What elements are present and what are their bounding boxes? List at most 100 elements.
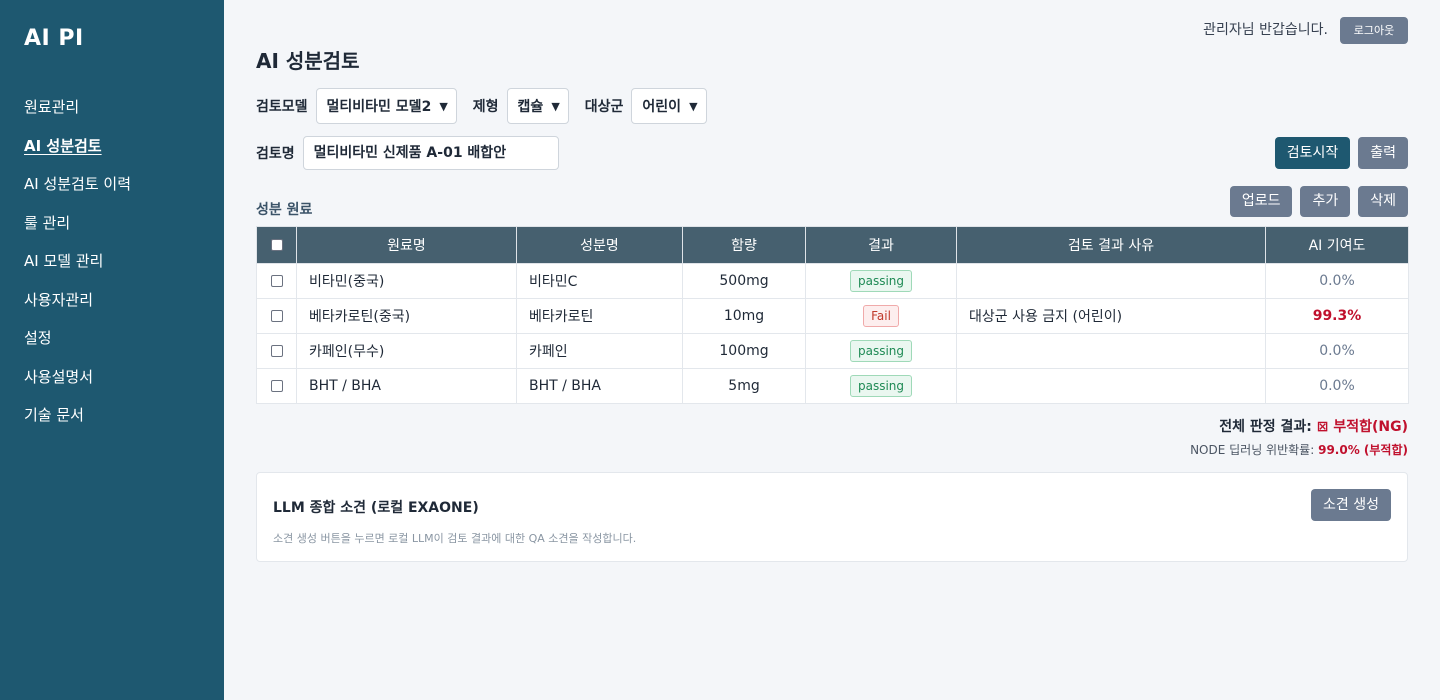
sidebar-item-manual[interactable]: 사용설명서 [0, 358, 224, 397]
material-cell: 비타민(중국) [296, 263, 517, 299]
table-row: 비타민(중국) 비타민C 500mg passing 0.0% [256, 263, 1409, 299]
amount-cell: 5mg [682, 368, 806, 404]
contribution-cell: 0.0% [1265, 368, 1409, 404]
result-badge: passing [849, 375, 913, 397]
llm-title: LLM 종합 소견 (로컬 EXAONE) [273, 500, 479, 516]
overall-result-label: 전체 판정 결과: [1219, 419, 1312, 435]
target-select-value: 어린이 [642, 99, 682, 115]
model-select-value: 멀티비타민 모델2 [326, 99, 432, 115]
form-label: 제형 [472, 99, 499, 115]
reason-cell [956, 333, 1266, 369]
sidebar-nav: 원료관리 AI 성분검토 AI 성분검토 이력 룰 관리 AI 모델 관리 사용… [0, 88, 224, 435]
contribution-cell: 0.0% [1265, 333, 1409, 369]
sidebar-item-label: 사용자관리 [24, 290, 94, 309]
greeting-text: 관리자님 반갑습니다. [1203, 22, 1328, 38]
table-row: 베타카로틴(중국) 베타카로틴 10mg Fail 대상군 사용 금지 (어린이… [256, 298, 1409, 334]
review-name-row: 검토명 멀티비타민 신제품 A-01 배합안 [256, 136, 559, 170]
sidebar-item-settings[interactable]: 설정 [0, 319, 224, 358]
column-header: 결과 [805, 226, 957, 264]
contribution-cell: 99.3% [1265, 298, 1409, 334]
llm-opinion-card: LLM 종합 소견 (로컬 EXAONE) 소견 생성 소견 생성 버튼을 누르… [256, 472, 1408, 562]
reason-cell: 대상군 사용 금지 (어린이) [956, 298, 1266, 334]
amount-cell: 500mg [682, 263, 806, 299]
upload-button[interactable]: 업로드 [1229, 186, 1293, 217]
sidebar-item-ai-review[interactable]: AI 성분검토 [0, 127, 224, 166]
sidebar-item-users[interactable]: 사용자관리 [0, 281, 224, 320]
sidebar-item-ai-models[interactable]: AI 모델 관리 [0, 242, 224, 281]
form-select-value: 캡슐 [517, 99, 544, 115]
sidebar-item-ai-review-history[interactable]: AI 성분검토 이력 [0, 165, 224, 204]
chevron-down-icon: ▼ [439, 99, 448, 113]
table-row: 카페인(무수) 카페인 100mg passing 0.0% [256, 333, 1409, 369]
ingredients-table: 원료명 성분명 함량 결과 검토 결과 사유 AI 기여도 비타민(중국) 비타… [256, 226, 1409, 404]
sidebar-item-label: 룰 관리 [24, 213, 71, 232]
sidebar-item-label: 기술 문서 [24, 406, 84, 424]
overall-result: 전체 판정 결과: ⊠ 부적합(NG) [1219, 416, 1408, 436]
add-button[interactable]: 추가 [1300, 186, 1351, 217]
amount-cell: 100mg [682, 333, 806, 369]
brand-logo[interactable]: AI PI [24, 26, 84, 51]
overall-result-value: ⊠ 부적합(NG) [1316, 419, 1408, 435]
node-probability: NODE 딥러닝 위반확률: 99.0% (부적합) [1190, 441, 1408, 458]
column-header: 원료명 [296, 226, 517, 264]
column-header: 성분명 [516, 226, 683, 264]
sidebar-item-label: 원료관리 [24, 98, 80, 116]
model-label: 검토모델 [256, 99, 308, 115]
column-header: 함량 [682, 226, 806, 264]
material-cell: 카페인(무수) [296, 333, 517, 369]
start-review-button[interactable]: 검토시작 [1274, 137, 1351, 169]
delete-button[interactable]: 삭제 [1358, 186, 1408, 217]
sidebar: AI PI 원료관리 AI 성분검토 AI 성분검토 이력 룰 관리 AI 모델… [0, 0, 224, 700]
chevron-down-icon: ▼ [551, 99, 560, 113]
form-select[interactable]: 캡슐 ▼ [506, 88, 569, 124]
material-cell: BHT / BHA [296, 368, 517, 404]
sidebar-item-label: AI 성분검토 [24, 136, 102, 155]
component-cell: 베타카로틴 [516, 298, 683, 334]
review-name-input[interactable]: 멀티비타민 신제품 A-01 배합안 [302, 136, 559, 170]
review-actions: 검토시작 출력 [1274, 137, 1408, 169]
target-label: 대상군 [584, 99, 624, 115]
amount-cell: 10mg [682, 298, 806, 334]
chevron-down-icon: ▼ [689, 99, 698, 113]
row-checkbox[interactable] [270, 380, 283, 392]
component-cell: 카페인 [516, 333, 683, 369]
target-select[interactable]: 어린이 ▼ [631, 88, 707, 124]
result-badge: passing [849, 340, 913, 362]
node-probability-value: 99.0% (부적합) [1318, 443, 1408, 457]
component-cell: BHT / BHA [516, 368, 683, 404]
llm-description: 소견 생성 버튼을 누르면 로컬 LLM이 검토 결과에 대한 QA 소견을 작… [273, 532, 637, 545]
filter-row: 검토모델 멀티비타민 모델2 ▼ 제형 캡슐 ▼ 대상군 어린이 ▼ [256, 88, 723, 124]
sidebar-item-label: AI 성분검토 이력 [24, 175, 132, 193]
main-content: 관리자님 반갑습니다. 로그아웃 AI 성분검토 검토모델 멀티비타민 모델2 … [224, 0, 1440, 700]
node-probability-label: NODE 딥러닝 위반확률: [1190, 443, 1315, 457]
result-badge: Fail [863, 305, 899, 327]
reason-cell [956, 368, 1266, 404]
table-actions: 업로드 추가 삭제 [1229, 186, 1408, 217]
component-cell: 비타민C [516, 263, 683, 299]
reason-cell [956, 263, 1266, 299]
generate-opinion-button[interactable]: 소견 생성 [1311, 489, 1391, 521]
review-name-label: 검토명 [256, 146, 295, 162]
sidebar-item-tech-docs[interactable]: 기술 문서 [0, 396, 224, 435]
select-all-checkbox[interactable] [270, 239, 283, 251]
sidebar-item-label: 사용설명서 [24, 367, 94, 386]
sidebar-item-rules[interactable]: 룰 관리 [0, 204, 224, 243]
print-button[interactable]: 출력 [1358, 137, 1408, 169]
column-header: 검토 결과 사유 [956, 226, 1266, 264]
model-select[interactable]: 멀티비타민 모델2 ▼ [315, 88, 457, 124]
result-badge: passing [849, 270, 913, 292]
row-checkbox[interactable] [270, 310, 283, 322]
table-header-row: 원료명 성분명 함량 결과 검토 결과 사유 AI 기여도 [256, 226, 1409, 264]
logout-button[interactable]: 로그아웃 [1340, 17, 1408, 44]
contribution-cell: 0.0% [1265, 263, 1409, 299]
row-checkbox[interactable] [270, 275, 283, 287]
page-title: AI 성분검토 [256, 49, 360, 73]
sidebar-item-material[interactable]: 원료관리 [0, 88, 224, 127]
sidebar-item-label: AI 모델 관리 [24, 252, 104, 270]
material-cell: 베타카로틴(중국) [296, 298, 517, 334]
ingredients-section-label: 성분 원료 [256, 202, 313, 218]
table-row: BHT / BHA BHT / BHA 5mg passing 0.0% [256, 368, 1409, 404]
row-checkbox[interactable] [270, 345, 283, 357]
column-header: AI 기여도 [1265, 226, 1409, 264]
sidebar-item-label: 설정 [24, 329, 52, 347]
